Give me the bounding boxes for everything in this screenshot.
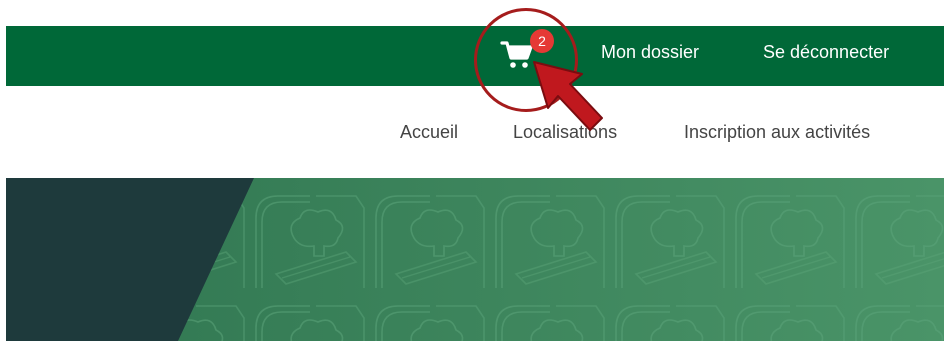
shopping-cart-icon (500, 41, 533, 68)
nav-item-inscription[interactable]: Inscription aux activités (684, 122, 870, 143)
hero-banner (6, 178, 944, 341)
cart-count-badge: 2 (530, 29, 554, 53)
cart-button[interactable] (500, 40, 534, 70)
top-spacer (0, 0, 944, 26)
nav-item-localisations[interactable]: Localisations (513, 122, 617, 143)
logout-link[interactable]: Se déconnecter (763, 42, 889, 63)
nav-item-accueil[interactable]: Accueil (400, 122, 458, 143)
my-account-link[interactable]: Mon dossier (601, 42, 699, 63)
page: 2 Mon dossier Se déconnecter Accueil Loc… (0, 0, 944, 341)
